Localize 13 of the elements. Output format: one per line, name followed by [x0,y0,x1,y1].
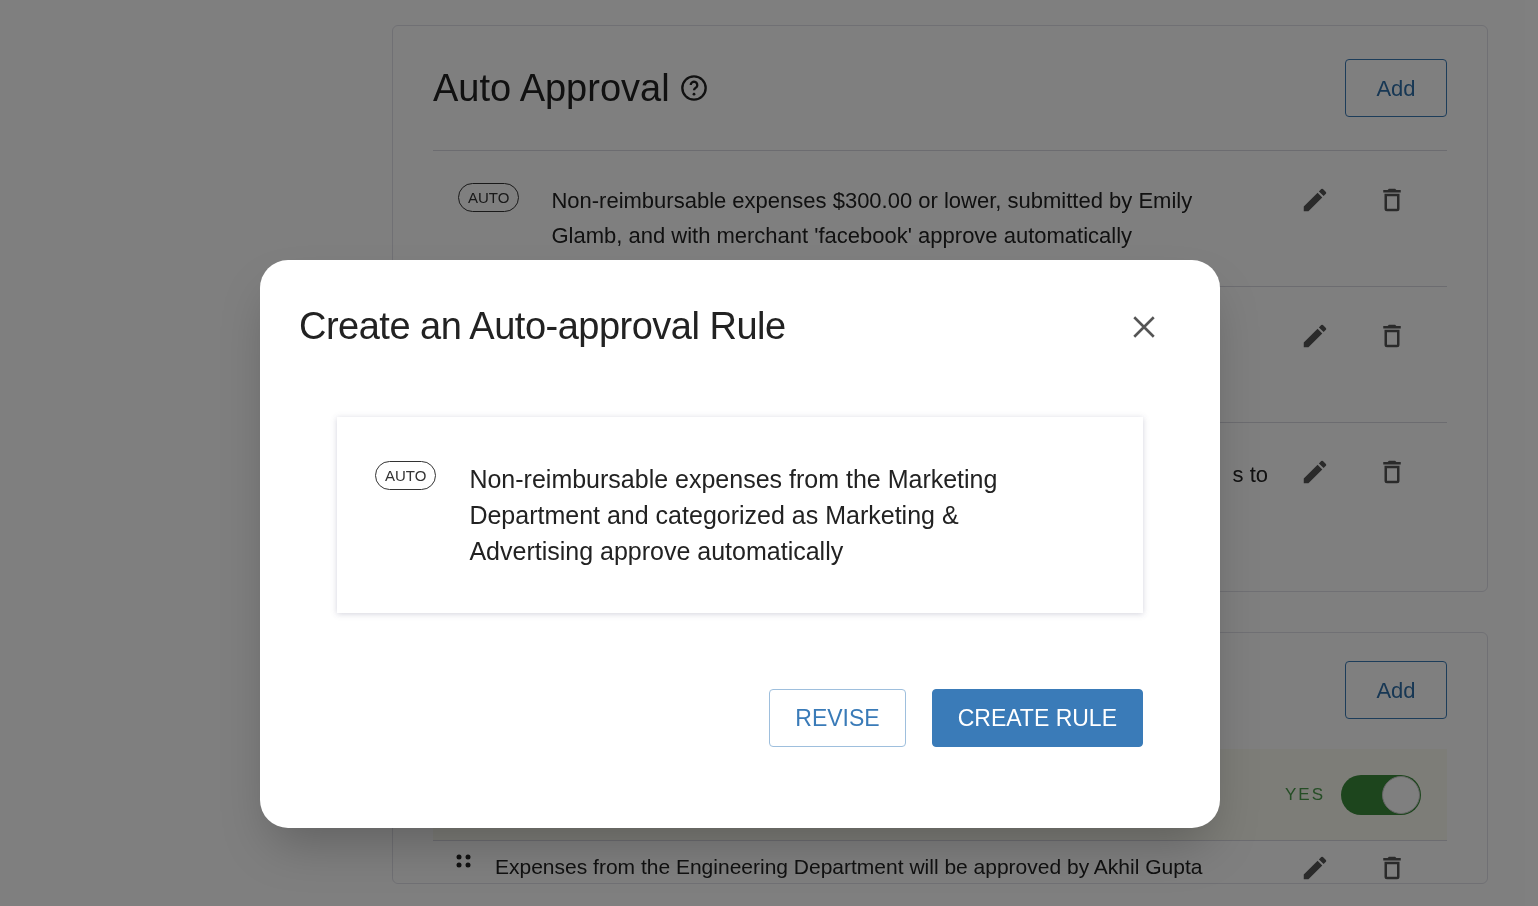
toggle-switch[interactable] [1341,774,1421,815]
dialog-title: Create an Auto-approval Rule [299,304,786,349]
rule-text: s to [1232,461,1268,489]
revise-button[interactable]: REVISE [769,689,906,747]
section-title: Auto Approval [433,65,670,111]
create-rule-button[interactable]: CREATE RULE [931,689,1143,747]
toggle-label: YES [1284,783,1325,806]
rule-text: Expenses from the Engineering Department will be approved by Akhil Gupta [495,854,1204,880]
rule-text: Non-reimbursable expenses from the Marketing Department and categorized as Marketing & Advertising approve automatically [469,464,999,567]
help-icon[interactable] [679,74,708,102]
add-button[interactable]: Add [1345,661,1447,719]
rule-text: Non-reimbursable expenses $300.00 or lower, submitted by Emily Glamb, and with merchant 'facebook' approve automatically [551,187,1194,250]
add-button[interactable]: Add [1345,59,1447,117]
